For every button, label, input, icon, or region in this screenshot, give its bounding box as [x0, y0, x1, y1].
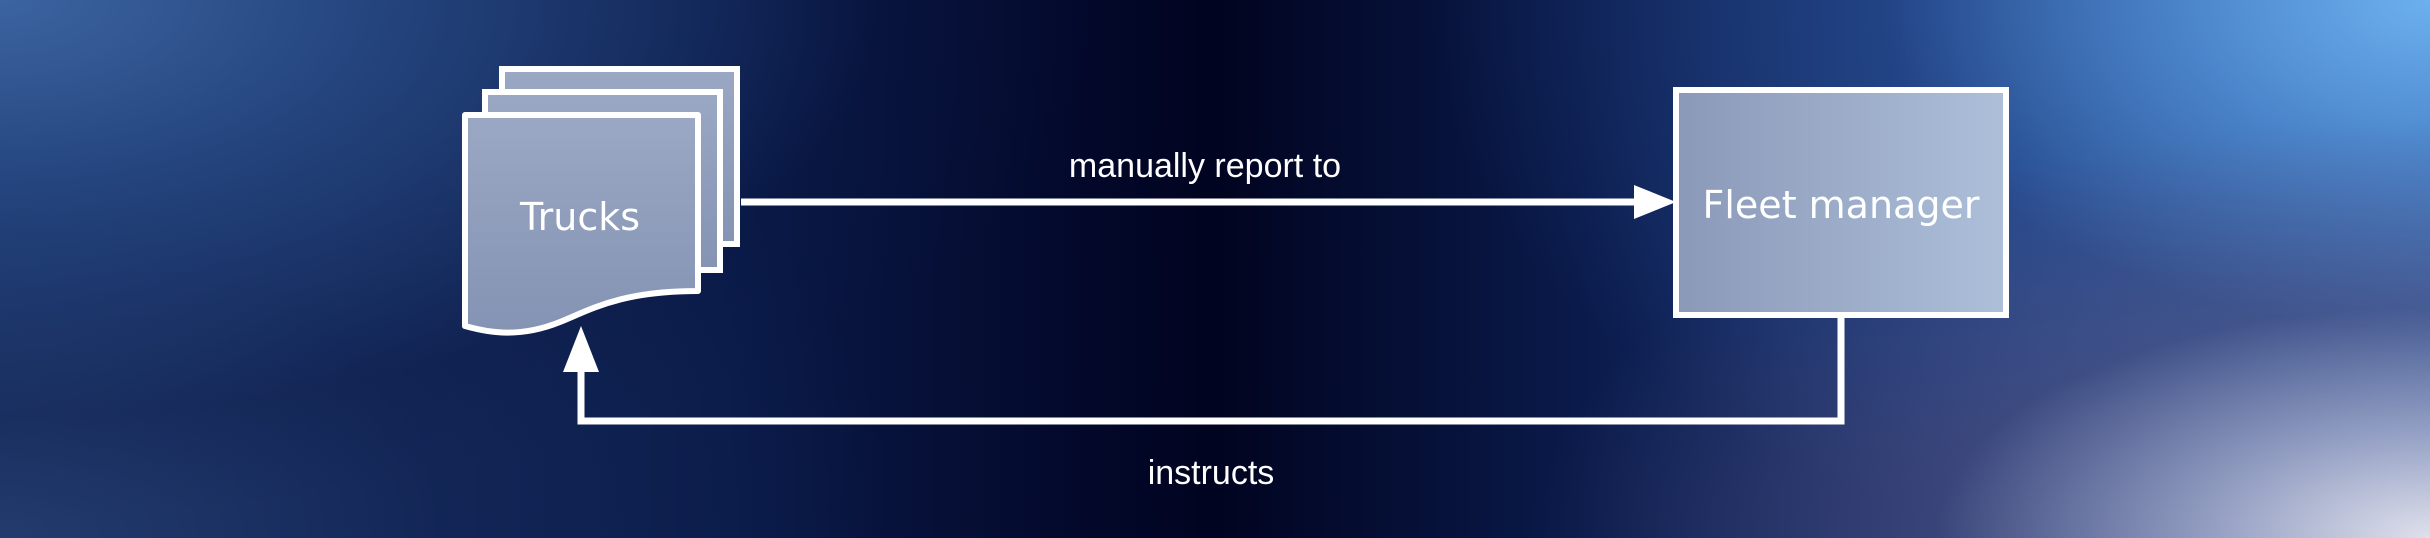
fleet-manager-node[interactable]: Fleet manager: [1673, 87, 2009, 318]
report-edge-label: manually report to: [1069, 147, 1341, 185]
report-edge: manually report to: [741, 147, 1676, 219]
fleet-manager-label: Fleet manager: [1703, 183, 1980, 227]
trucks-label: Trucks: [519, 195, 640, 239]
instructs-edge-label: instructs: [1148, 454, 1275, 492]
flow-diagram: Trucks Fleet manager manually report to …: [462, 66, 2009, 492]
instructs-edge: instructs: [563, 315, 1845, 492]
instructs-edge-line: [577, 315, 1845, 425]
report-arrowhead: [1634, 185, 1676, 219]
trucks-node[interactable]: Trucks: [462, 66, 740, 336]
instructs-arrowhead: [563, 326, 599, 372]
